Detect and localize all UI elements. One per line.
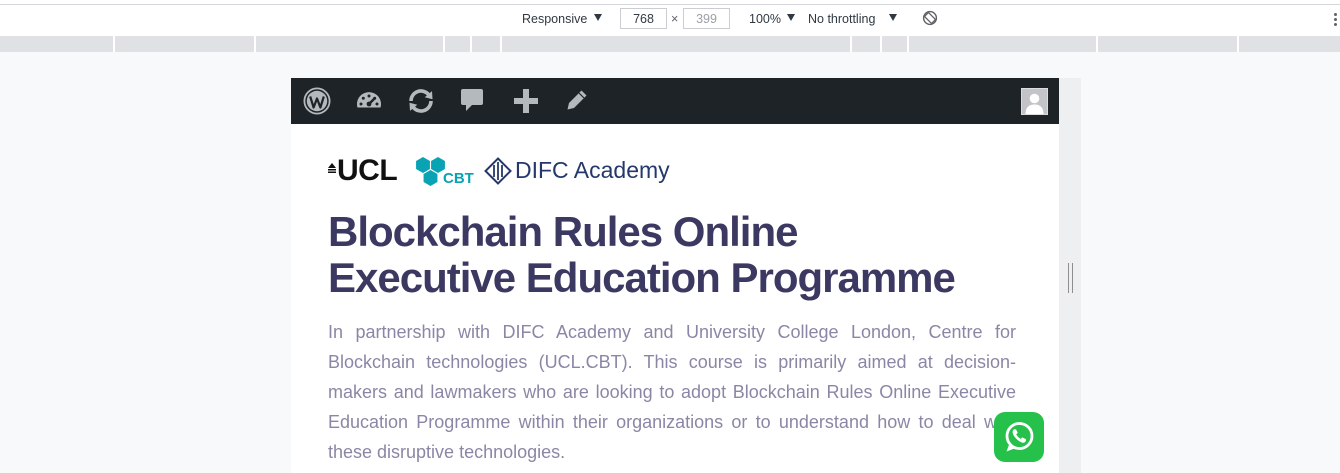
throttling-dropdown-label[interactable]: No throttling	[808, 12, 875, 26]
cbt-logo-text: CBT	[443, 170, 474, 187]
viewport-width-input[interactable]	[620, 8, 667, 29]
cbt-hexagon-icon	[415, 156, 446, 192]
page-title-line: Blockchain Rules Online	[328, 208, 798, 255]
intro-paragraph-line: Blockchain technologies (UCL.CBT). This …	[328, 352, 1016, 372]
intro-paragraph-line: Education Programme within their organiz…	[328, 412, 1016, 432]
pencil-icon[interactable]	[566, 89, 588, 116]
wordpress-logo-icon[interactable]	[303, 87, 331, 120]
ruler-divider	[470, 36, 472, 52]
device-dropdown-label[interactable]: Responsive	[522, 12, 587, 26]
difc-logo-text: DIFC Academy	[515, 157, 670, 183]
viewport-resize-handle[interactable]	[1068, 263, 1073, 293]
intro-paragraph-line: these disruptive technologies.	[328, 442, 566, 462]
ucl-logo-text: UCL	[337, 154, 398, 187]
ruler-divider	[1096, 36, 1098, 52]
page-title-line: Executive Education Programme	[328, 254, 956, 301]
ucl-portico-icon	[328, 160, 336, 178]
ruler-divider	[850, 36, 852, 52]
rotate-icon[interactable]	[922, 10, 938, 26]
device-toolbar: Responsive × 100% No throttling	[0, 5, 1340, 36]
page-title: Blockchain Rules Online Executive Educat…	[328, 209, 1028, 301]
zoom-dropdown-caret-icon[interactable]	[787, 14, 795, 21]
comments-icon[interactable]	[460, 87, 484, 118]
media-query-ruler[interactable]	[0, 36, 1340, 52]
whatsapp-icon[interactable]	[994, 412, 1044, 462]
intro-paragraph-line: makers and lawmakers who are looking to …	[328, 382, 1016, 402]
more-vertical-icon[interactable]	[1332, 11, 1339, 27]
zoom-dropdown-label[interactable]: 100%	[749, 12, 781, 26]
plus-icon[interactable]	[513, 88, 539, 119]
ruler-divider	[500, 36, 502, 52]
viewport-height-input[interactable]	[683, 8, 730, 29]
difc-diamond-icon	[484, 157, 512, 190]
throttling-dropdown-caret-icon[interactable]	[889, 14, 897, 21]
ruler-divider	[443, 36, 445, 52]
emulated-viewport: UCL CBT DIFC Academy Blockchain Rules On…	[291, 78, 1059, 473]
avatar-icon[interactable]	[1021, 88, 1048, 115]
updates-icon[interactable]	[403, 86, 439, 121]
ruler-divider	[1237, 36, 1239, 52]
more-dot	[1334, 18, 1337, 21]
device-dropdown-caret-icon[interactable]	[594, 14, 602, 21]
ruler-divider	[113, 36, 115, 52]
ruler-divider	[254, 36, 256, 52]
ruler-divider	[907, 36, 909, 52]
intro-paragraph: In partnership with DIFC Academy and Uni…	[328, 317, 1016, 467]
more-dot	[1334, 23, 1337, 26]
intro-paragraph-line: In partnership with DIFC Academy and Uni…	[328, 322, 1016, 342]
dimension-separator: ×	[671, 12, 679, 26]
wp-admin-bar	[291, 78, 1059, 124]
more-dot	[1334, 13, 1337, 16]
ruler-divider	[880, 36, 882, 52]
dashboard-icon[interactable]	[355, 88, 383, 117]
